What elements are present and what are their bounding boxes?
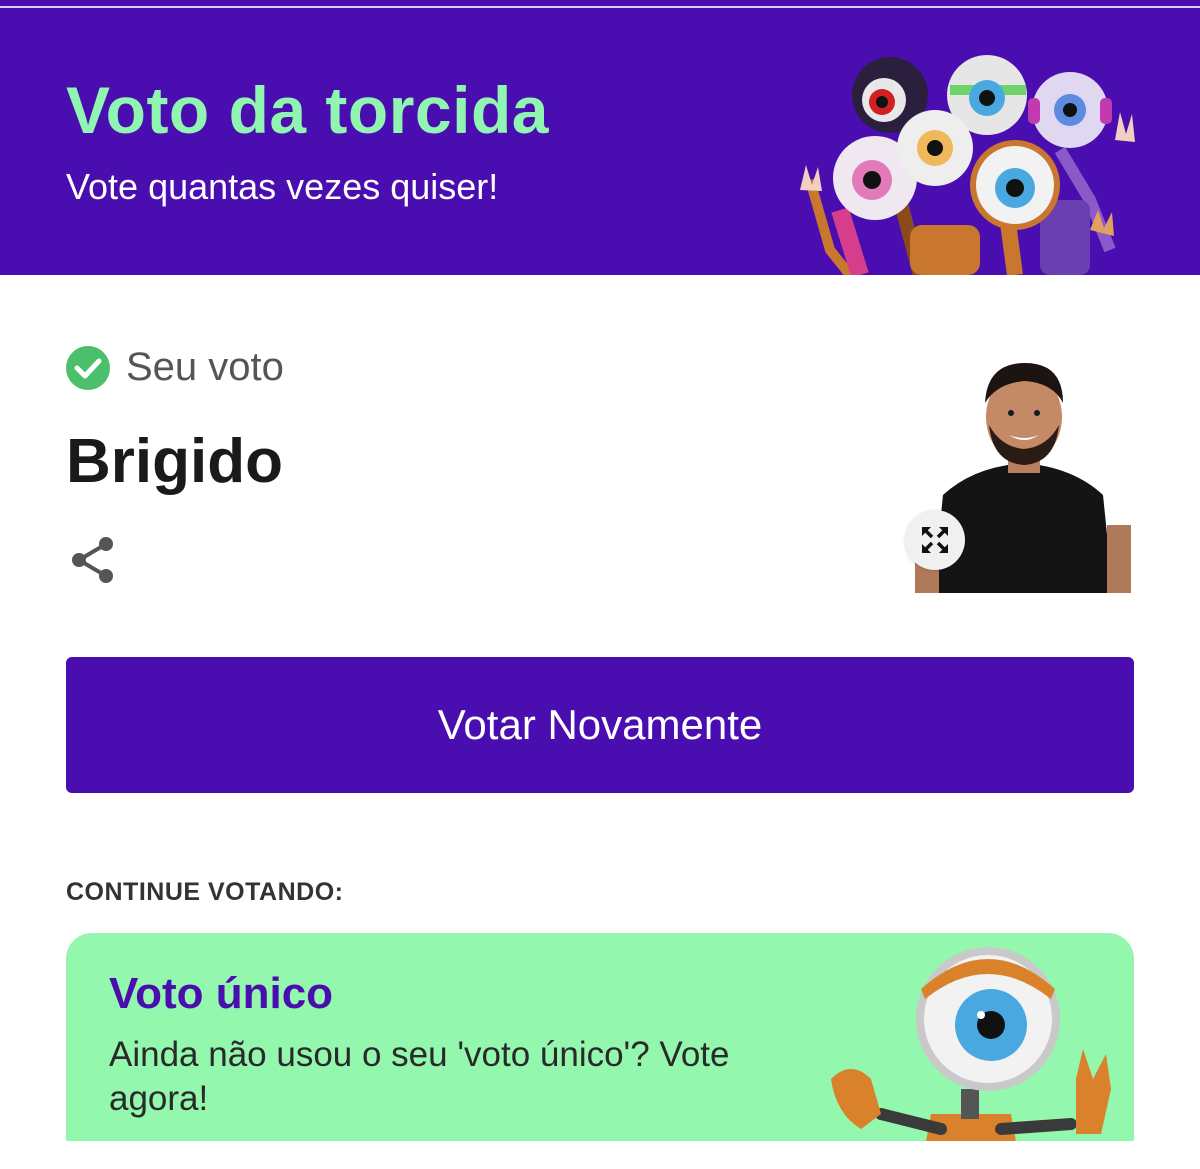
- expand-photo-button[interactable]: [905, 510, 965, 570]
- your-vote-label: Seu voto: [126, 345, 284, 389]
- share-icon[interactable]: [70, 535, 116, 585]
- single-vote-title: Voto único: [109, 969, 334, 1018]
- page: Voto da torcida Vote quantas vezes quise…: [0, 0, 1200, 1169]
- page-bottom: [0, 1141, 1200, 1169]
- banner-divider: [0, 6, 1200, 8]
- vote-again-button[interactable]: Votar Novamente: [66, 657, 1134, 793]
- banner-subtitle: Vote quantas vezes quiser!: [66, 166, 499, 207]
- single-vote-card[interactable]: Voto único Ainda não usou o seu 'voto ún…: [66, 933, 1134, 1169]
- single-vote-description: Ainda não usou o seu 'voto único'? Vote …: [109, 1035, 730, 1118]
- header-banner: Voto da torcida Vote quantas vezes quise…: [0, 0, 1200, 275]
- candidate-name: Brigido: [66, 427, 283, 496]
- mascots-illustration-icon: [800, 55, 1135, 275]
- bbb-eye-mascot-icon: [831, 947, 1111, 1169]
- continue-voting-heading: CONTINUE VOTANDO:: [66, 878, 344, 906]
- expand-icon: [922, 527, 948, 553]
- check-circle-icon: [66, 346, 110, 390]
- banner-title: Voto da torcida: [66, 73, 549, 147]
